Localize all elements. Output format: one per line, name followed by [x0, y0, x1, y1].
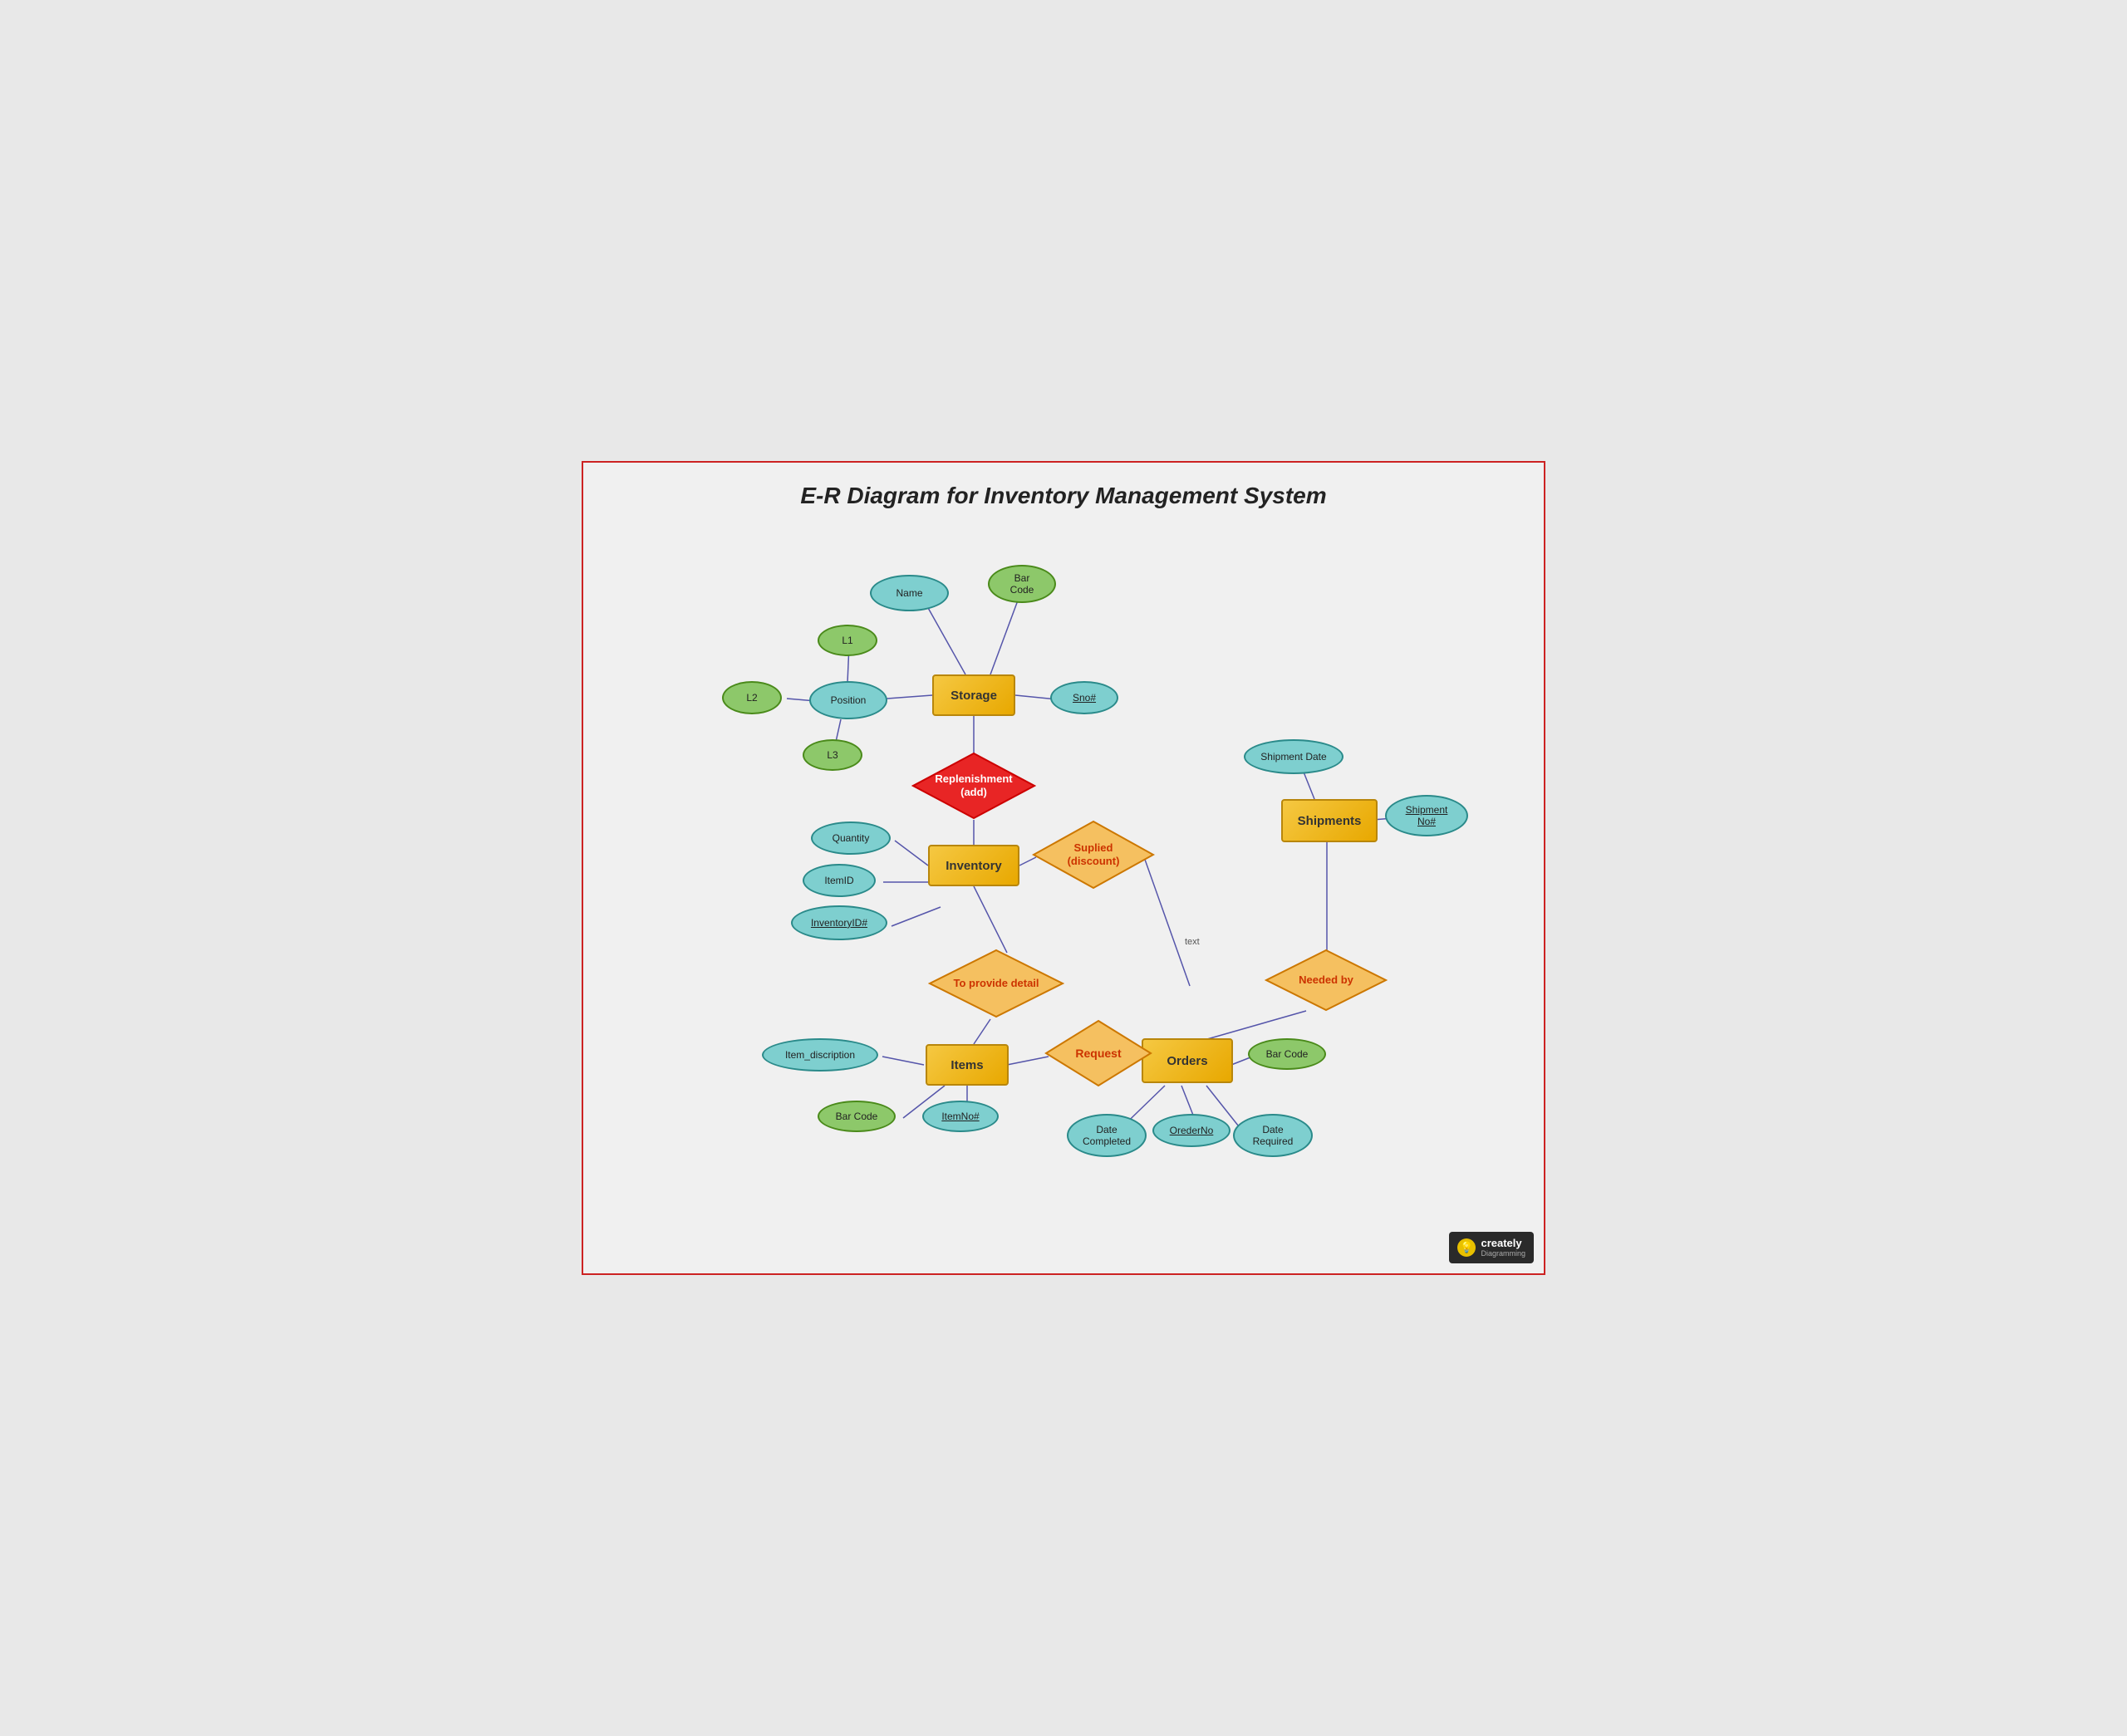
relation-to-provide: To provide detail [928, 949, 1064, 1018]
attr-barcode-items: Bar Code [818, 1101, 896, 1132]
entity-orders: Orders [1142, 1038, 1233, 1083]
attr-l3: L3 [803, 739, 862, 771]
attr-barcode-orders: Bar Code [1248, 1038, 1326, 1070]
creately-bulb-icon: 💡 [1457, 1238, 1476, 1257]
attr-date-required: DateRequired [1233, 1114, 1313, 1157]
entity-shipments: Shipments [1281, 799, 1378, 842]
attr-itemid: ItemID [803, 864, 876, 897]
attr-barcode-storage: BarCode [988, 565, 1056, 603]
attr-quantity: Quantity [811, 821, 891, 855]
diagram-canvas: text Storage Inventory Items Orders Ship… [583, 521, 1544, 1273]
attr-inventoryid: InventoryID# [791, 905, 887, 940]
attr-l2: L2 [722, 681, 782, 714]
diagram-container: E-R Diagram for Inventory Management Sys… [582, 461, 1545, 1275]
attr-shipment-no: ShipmentNo# [1385, 795, 1468, 836]
relation-needed-by: Needed by [1265, 949, 1388, 1012]
creately-branding: creately Diagramming [1481, 1237, 1525, 1258]
relation-replenishment: Replenishment(add) [911, 752, 1036, 820]
attr-itemno: ItemNo# [922, 1101, 999, 1132]
entity-items: Items [926, 1044, 1009, 1086]
diagram-title: E-R Diagram for Inventory Management Sys… [583, 463, 1544, 517]
relation-supplied: Suplied(discount) [1032, 820, 1155, 890]
attr-date-completed: DateCompleted [1067, 1114, 1147, 1157]
attr-orderedno: OrederNo [1152, 1114, 1231, 1147]
attr-item-desc: Item_discription [762, 1038, 878, 1072]
attr-l1: L1 [818, 625, 877, 656]
svg-text:text: text [1185, 937, 1200, 947]
attr-position: Position [809, 681, 887, 719]
connection-lines: text [583, 521, 1544, 1273]
attr-shipment-date: Shipment Date [1244, 739, 1343, 774]
entity-inventory: Inventory [928, 845, 1019, 886]
attr-sno: Sno# [1050, 681, 1118, 714]
attr-name: Name [870, 575, 949, 611]
entity-storage: Storage [932, 674, 1015, 716]
creately-logo: 💡 creately Diagramming [1449, 1232, 1534, 1263]
relation-request: Request [1044, 1019, 1152, 1087]
